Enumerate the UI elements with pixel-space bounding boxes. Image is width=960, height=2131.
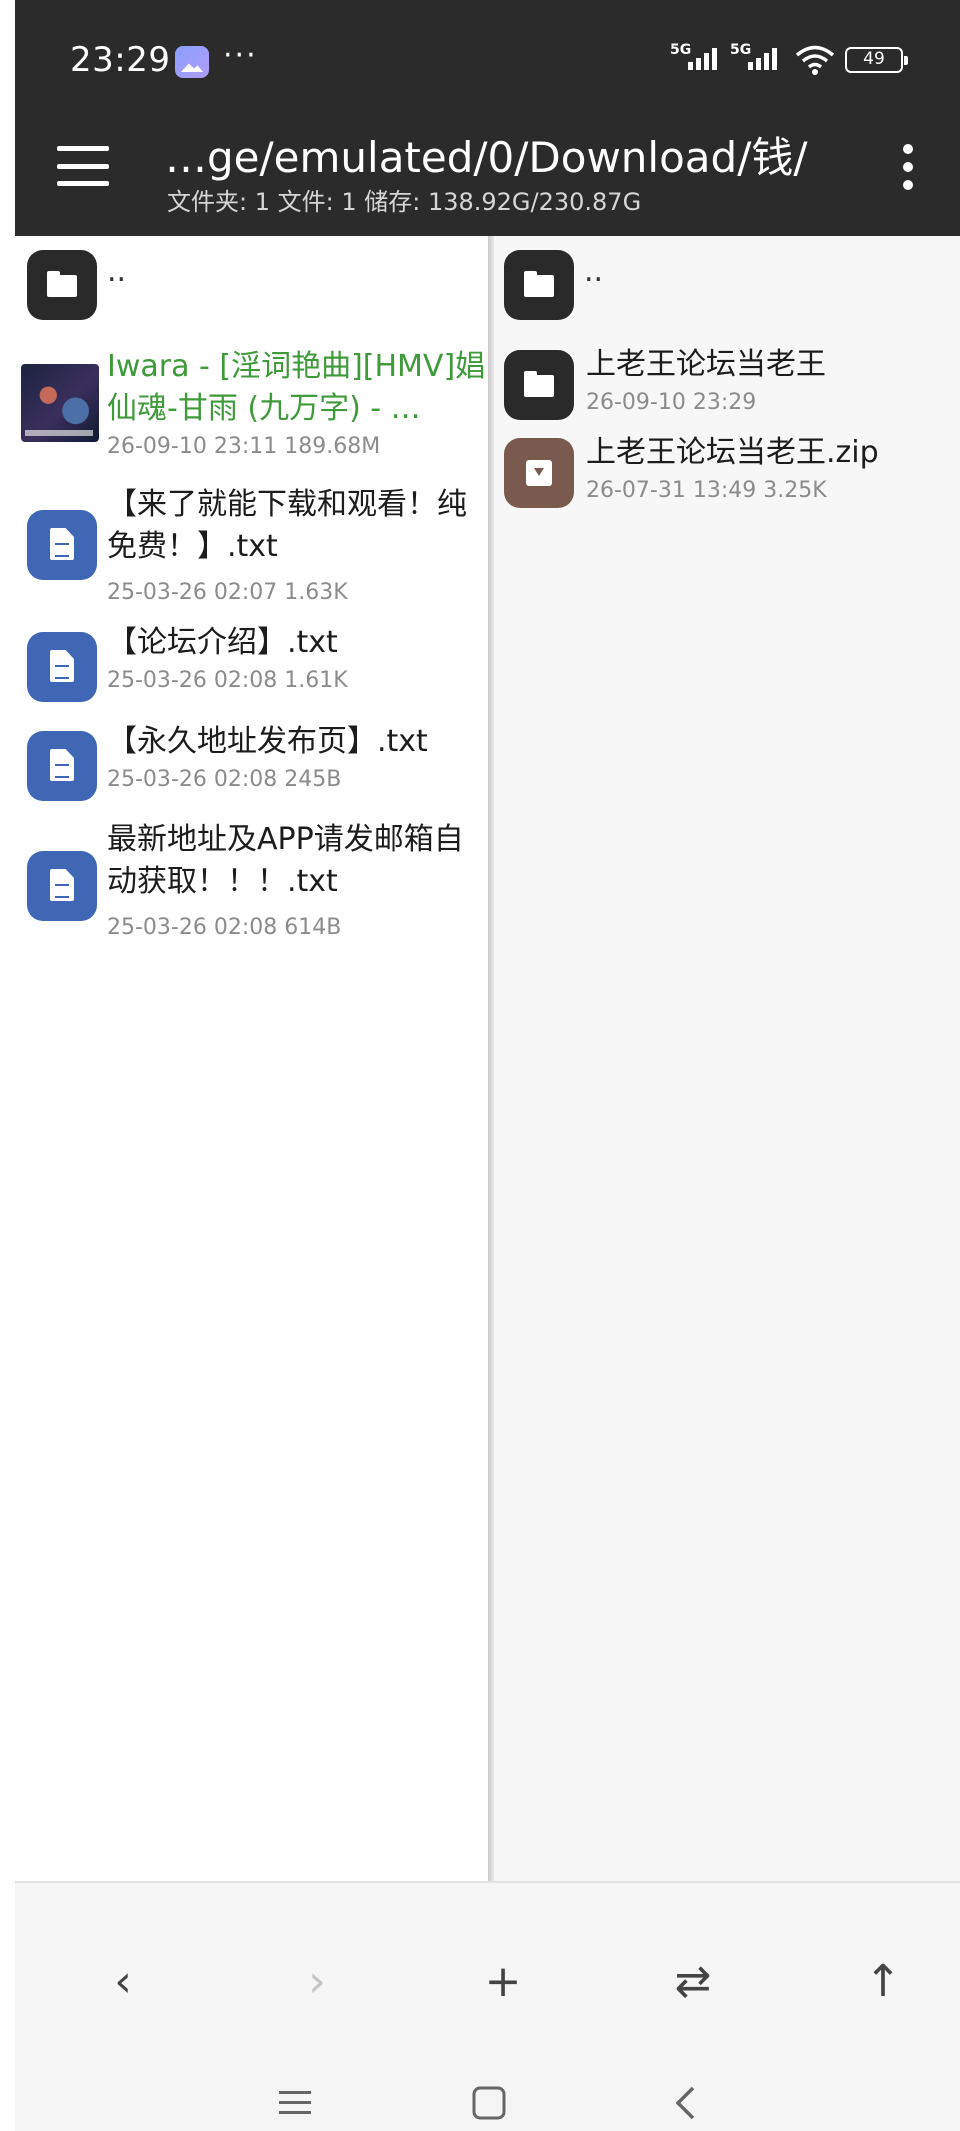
add-button[interactable]: + <box>473 1951 533 2011</box>
file-name: 上老王论坛当老王 <box>586 347 826 382</box>
wifi-icon <box>795 45 835 75</box>
file-meta: 25-03-26 02:07 1.63K <box>107 580 348 605</box>
file-meta: 25-03-26 02:08 614B <box>107 915 342 940</box>
file-name: 上老王论坛当老王.zip <box>586 435 879 470</box>
swap-panes-button[interactable]: ⇄ <box>663 1951 723 2011</box>
path-title: …ge/emulated/0/Download/钱/ <box>165 133 808 182</box>
left-pane[interactable]: .. Iwara - [淫词艳曲][HMV]娼仙魂-甘雨 (九万字) - … 2… <box>15 236 491 1881</box>
right-pane[interactable]: .. 上老王论坛当老王 26-09-10 23:29 上老王论坛当老王.zip … <box>494 236 960 1881</box>
screen-edge <box>0 0 15 2131</box>
notification-more-icon: ··· <box>223 38 258 73</box>
file-meta: 25-03-26 02:08 245B <box>107 767 342 792</box>
status-time: 23:29 <box>70 40 171 80</box>
file-name: 【论坛介绍】.txt <box>107 625 338 660</box>
file-name: 最新地址及APP请发邮箱自动获取！！！.txt <box>107 822 464 899</box>
more-vert-icon[interactable] <box>900 144 916 190</box>
folder-icon <box>27 250 97 320</box>
folder-icon <box>504 350 574 420</box>
list-item[interactable]: 【来了就能下载和观看！纯免费！】.txt 25-03-26 02:07 1.63… <box>15 486 491 605</box>
recents-icon[interactable] <box>265 2073 325 2131</box>
app-bar: 23:29 ··· 5G 5G 49 …ge/emulated/0/Downlo… <box>15 0 960 236</box>
battery-icon: 49 <box>845 47 908 73</box>
back-icon[interactable] <box>655 2073 715 2131</box>
status-bar: 23:29 ··· 5G 5G 49 <box>15 0 960 120</box>
home-icon[interactable] <box>459 2073 519 2131</box>
forward-button[interactable]: › <box>287 1951 347 2011</box>
signal-icon: 5G <box>670 42 730 74</box>
archive-icon <box>504 438 574 508</box>
file-meta: 26-09-10 23:29 <box>586 390 757 415</box>
list-item[interactable]: 上老王论坛当老王 26-09-10 23:29 <box>494 346 960 432</box>
up-directory-button[interactable]: ↑ <box>853 1951 913 2011</box>
back-button[interactable]: ‹ <box>93 1951 153 2011</box>
gallery-icon <box>175 46 209 78</box>
list-item[interactable]: Iwara - [淫词艳曲][HMV]娼仙魂-甘雨 (九万字) - … 26-0… <box>15 348 491 466</box>
text-file-icon <box>27 632 97 702</box>
menu-icon[interactable] <box>57 146 109 186</box>
list-item[interactable]: 【永久地址发布页】.txt 25-03-26 02:08 245B <box>15 723 491 813</box>
parent-directory-row[interactable]: .. <box>494 248 960 320</box>
list-item[interactable]: 上老王论坛当老王.zip 26-07-31 13:49 3.25K <box>494 434 960 520</box>
list-item[interactable]: 【论坛介绍】.txt 25-03-26 02:08 1.61K <box>15 624 491 714</box>
file-meta: 25-03-26 02:08 1.61K <box>107 668 348 693</box>
parent-directory-label: .. <box>584 254 604 289</box>
list-item[interactable]: 最新地址及APP请发邮箱自动获取！！！.txt 25-03-26 02:08 6… <box>15 821 491 941</box>
parent-directory-row[interactable]: .. <box>15 248 491 320</box>
file-name: 【来了就能下载和观看！纯免费！】.txt <box>107 487 467 564</box>
storage-summary: 文件夹: 1 文件: 1 储存: 138.92G/230.87G <box>167 188 642 216</box>
file-name: Iwara - [淫词艳曲][HMV]娼仙魂-甘雨 (九万字) - … <box>107 349 486 426</box>
file-name: 【永久地址发布页】.txt <box>107 724 428 759</box>
text-file-icon <box>27 731 97 801</box>
video-thumbnail <box>21 364 99 442</box>
file-meta: 26-07-31 13:49 3.25K <box>586 478 827 503</box>
file-meta: 26-09-10 23:11 189.68M <box>107 434 381 459</box>
text-file-icon <box>27 851 97 921</box>
signal-icon: 5G <box>730 42 790 74</box>
bottom-action-bar: ‹ › + ⇄ ↑ <box>15 1881 960 2131</box>
parent-directory-label: .. <box>107 254 127 289</box>
folder-icon <box>504 250 574 320</box>
text-file-icon <box>27 510 97 580</box>
